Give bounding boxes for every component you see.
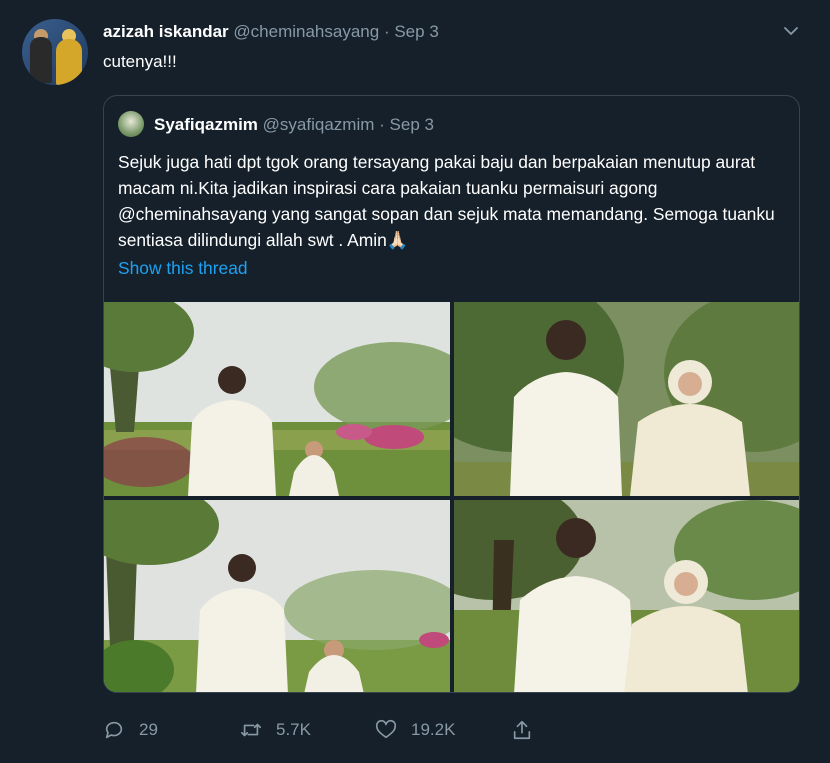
retweet-count: 5.7K <box>276 720 311 739</box>
author-avatar[interactable] <box>22 19 88 85</box>
author-name[interactable]: azizah iskandar <box>103 22 229 41</box>
quoted-tweet-header: Syafiqazmim @syafiqazmim · Sep 3 <box>154 115 434 135</box>
like-button[interactable]: 19.2K <box>375 714 455 746</box>
tweet-actions: 29 5.7K 19.2K <box>103 714 531 748</box>
like-count: 19.2K <box>411 720 456 739</box>
separator: · <box>383 22 390 41</box>
show-thread-link[interactable]: Show this thread <box>118 258 248 279</box>
author-handle[interactable]: @cheminahsayang <box>233 22 379 41</box>
retweet-icon <box>241 723 261 737</box>
quoted-tweet-text: Sejuk juga hati dpt tgok orang tersayang… <box>118 152 775 250</box>
separator: · <box>379 115 385 134</box>
tweet[interactable]: azizah iskandar @cheminahsayang · Sep 3 … <box>0 0 830 763</box>
reply-button[interactable]: 29 <box>103 714 158 746</box>
share-button[interactable] <box>511 714 547 746</box>
tweet-header: azizah iskandar @cheminahsayang · Sep 3 <box>103 22 439 42</box>
photo-3[interactable] <box>104 500 450 692</box>
avatar-figure <box>30 37 52 83</box>
heart-icon <box>375 719 397 739</box>
quoted-author-name[interactable]: Syafiqazmim <box>154 115 258 134</box>
quoted-tweet[interactable]: Syafiqazmim @syafiqazmim · Sep 3 Sejuk j… <box>103 95 800 693</box>
photo-4[interactable] <box>454 500 799 692</box>
photo-2[interactable] <box>454 302 799 496</box>
retweet-button[interactable]: 5.7K <box>240 714 311 746</box>
quoted-tweet-date[interactable]: Sep 3 <box>390 115 434 134</box>
media-grid <box>104 302 799 692</box>
reply-icon <box>105 721 123 739</box>
tweet-text: cutenya!!! <box>103 52 177 71</box>
photo-1[interactable] <box>104 302 450 496</box>
reply-count: 29 <box>139 720 158 739</box>
share-icon <box>513 720 531 740</box>
quoted-author-avatar[interactable] <box>118 111 144 137</box>
chevron-down-icon[interactable] <box>782 24 800 38</box>
avatar-figure <box>56 39 82 85</box>
quoted-author-handle[interactable]: @syafiqazmim <box>263 115 375 134</box>
tweet-date[interactable]: Sep 3 <box>394 22 438 41</box>
